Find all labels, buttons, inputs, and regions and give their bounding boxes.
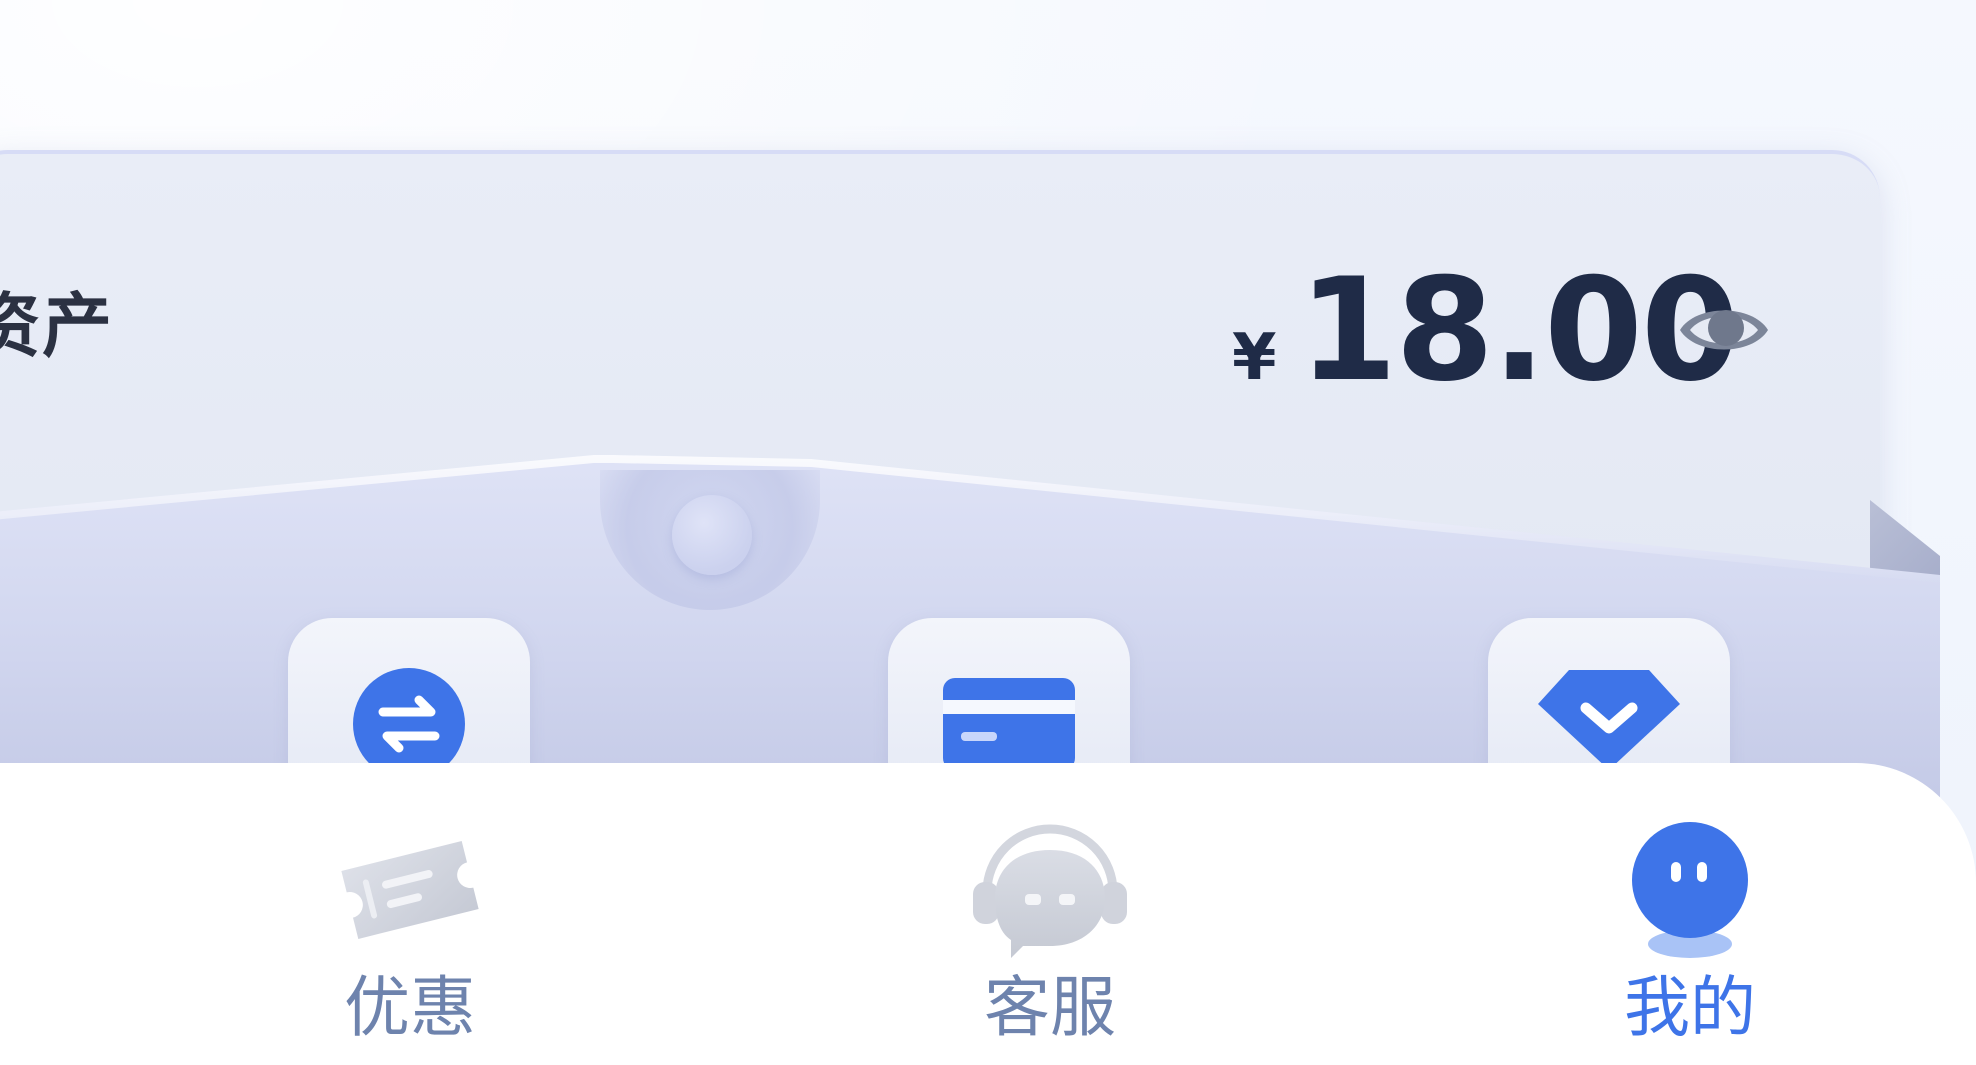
quick-action-protection[interactable] [1488,618,1730,768]
currency-symbol: ¥ [1232,321,1277,395]
quick-action-card[interactable] [888,618,1130,768]
shield-check-icon [1538,670,1680,768]
balance-display: ¥ 18.00 [1232,248,1740,413]
balance-amount: 18.00 [1298,248,1740,413]
tab-coupons[interactable]: 优惠 [300,820,520,1065]
tab-customer-service[interactable]: 客服 [940,820,1160,1065]
transfer-icon [353,668,465,768]
tab-label-coupons: 优惠 [344,969,476,1046]
card-icon [943,678,1075,768]
tab-mine[interactable]: 我的 [1580,820,1800,1065]
asset-card-title: 资产 [0,285,114,367]
tab-label-customer-service: 客服 [984,969,1116,1046]
wallet-clasp-button [672,495,752,575]
quick-action-transfer[interactable] [288,618,530,768]
profile-avatar-icon [1600,820,1780,960]
tab-label-mine: 我的 [1624,969,1756,1046]
coupon-ticket-icon [320,820,500,960]
eye-icon[interactable] [1676,298,1772,362]
headset-support-icon [960,820,1140,960]
